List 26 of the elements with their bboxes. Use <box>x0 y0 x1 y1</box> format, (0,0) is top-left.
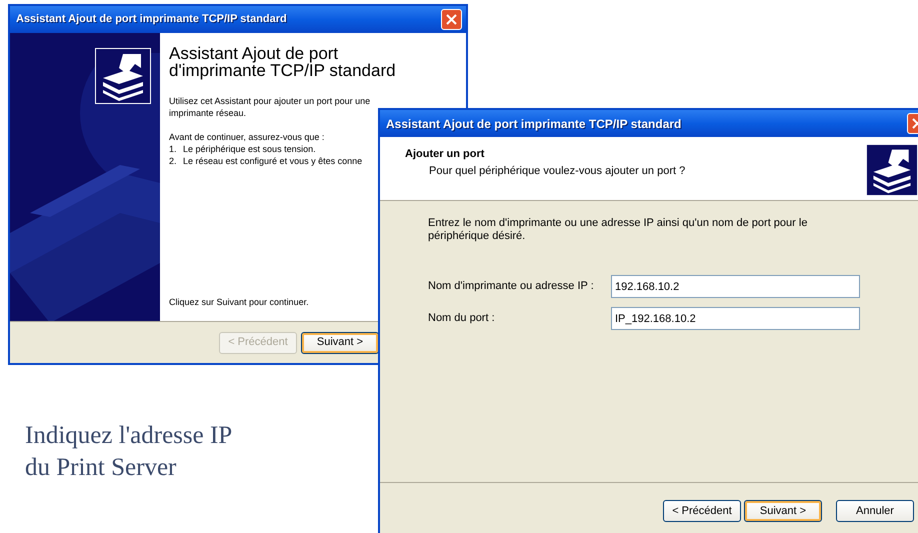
before-text: Avant de continuer, assurez-vous que : <box>169 131 326 143</box>
close-icon <box>446 14 457 25</box>
intro-text: Utilisez cet Assistant pour ajouter un port pour une imprimante réseau. <box>169 95 372 119</box>
wizard-button[interactable]: Annuler <box>836 500 914 522</box>
step-number: 1. <box>169 143 178 155</box>
wizard-button[interactable]: Suivant > <box>744 500 822 522</box>
header-title: Ajouter un port <box>405 147 486 162</box>
instructions-text: Entrez le nom d'imprimante ou une adresse IP ainsi qu'un nom de port pour le périphérique désiré. <box>428 217 808 243</box>
input-field[interactable]: IP_192.168.10.2 <box>611 307 860 330</box>
wizard-heading: Assistant Ajout de port d'imprimante TCP/IP standard <box>169 45 397 79</box>
field-label: Nom du port : <box>428 311 496 326</box>
window-title: Assistant Ajout de port imprimante TCP/IP standard <box>16 12 287 28</box>
caption-text: Indiquez l'adresse IP <box>25 421 232 451</box>
step-text: Le périphérique est sous tension. <box>183 143 316 155</box>
window-title: Assistant Ajout de port imprimante TCP/IP standard <box>386 116 682 132</box>
header-subtitle: Pour quel périphérique voulez-vous ajouter un port ? <box>428 164 686 178</box>
close-button[interactable] <box>441 9 462 30</box>
step-text: Le réseau est configuré et vous y êtes conne <box>183 155 362 167</box>
footer-text: Cliquez sur Suivant pour continuer. <box>169 296 310 309</box>
step-number: 2. <box>169 155 178 167</box>
wizard-button[interactable]: Suivant > <box>301 332 379 354</box>
input-field[interactable]: 192.168.10.2 <box>611 275 860 298</box>
field-label: Nom d'imprimante ou adresse IP : <box>428 279 595 294</box>
printer-icon <box>95 48 151 104</box>
caption-text: du Print Server <box>25 453 178 483</box>
wizard-button[interactable]: < Précédent <box>663 500 741 522</box>
